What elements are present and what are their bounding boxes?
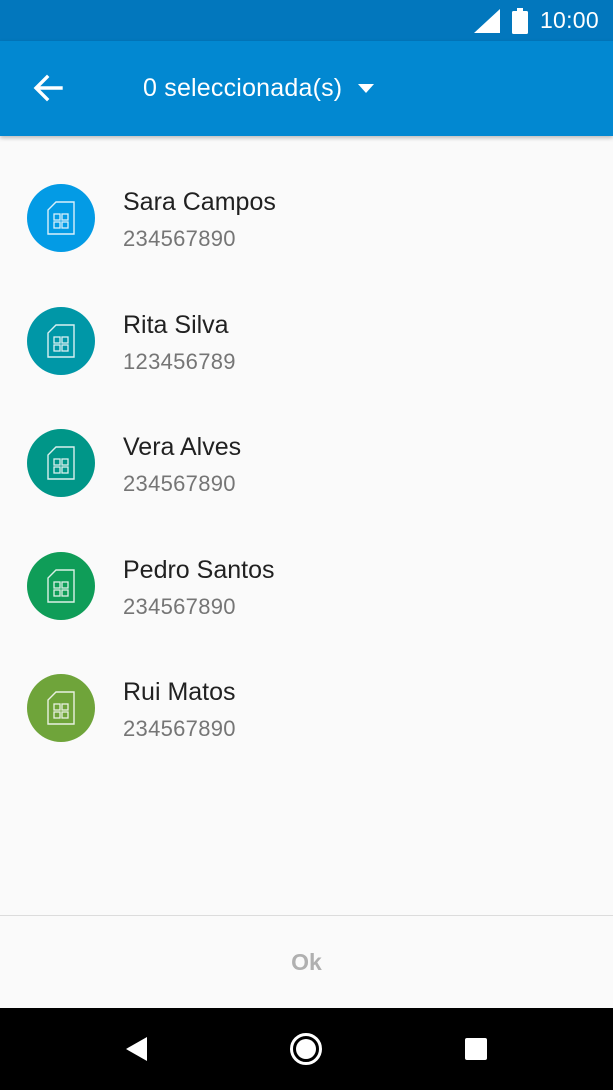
home-circle-icon	[290, 1033, 322, 1065]
contact-name: Rita Silva	[123, 310, 229, 339]
avatar	[27, 551, 95, 620]
contact-name: Sara Campos	[123, 188, 276, 216]
recents-square-icon	[465, 1038, 487, 1060]
contact-item[interactable]: Rita Silva 123456789	[0, 259, 613, 382]
contact-item[interactable]: Vera Alves 234567890	[0, 381, 613, 504]
avatar	[27, 184, 95, 252]
battery-icon	[511, 7, 528, 34]
contact-item[interactable]: Sara Campos 234567890	[0, 136, 613, 259]
contact-number: 234567890	[123, 593, 236, 619]
selection-dropdown[interactable]: 0 seleccionada(s)	[143, 41, 375, 136]
contact-number: 234567890	[123, 226, 236, 251]
status-bar: 10:00	[0, 0, 613, 41]
nav-recents-button[interactable]	[436, 1008, 516, 1090]
avatar	[27, 674, 95, 742]
sim-card-icon	[47, 323, 75, 358]
sim-card-icon	[47, 446, 75, 480]
contact-number: 234567890	[123, 716, 236, 741]
contact-item[interactable]: Pedro Santos 234567890	[0, 504, 613, 627]
avatar	[27, 429, 95, 497]
status-time: 10:00	[539, 7, 599, 33]
caret-down-icon	[358, 83, 375, 93]
nav-home-button[interactable]	[266, 1008, 346, 1090]
back-button[interactable]	[26, 66, 70, 110]
back-triangle-icon	[126, 1037, 147, 1061]
nav-back-button[interactable]	[97, 1008, 177, 1090]
contact-number: 234567890	[123, 471, 236, 496]
contact-item[interactable]: Rui Matos 234567890	[0, 626, 613, 749]
avatar	[27, 306, 95, 375]
contact-name: Pedro Santos	[123, 555, 275, 584]
contact-name: Vera Alves	[123, 433, 242, 461]
sim-card-icon	[47, 201, 75, 235]
arrow-left-icon	[33, 74, 63, 102]
system-nav-bar	[0, 1008, 613, 1090]
contact-name: Rui Matos	[123, 678, 236, 706]
ok-button[interactable]: Ok	[0, 916, 613, 1008]
sim-card-icon	[47, 691, 75, 725]
contact-list: Sara Campos 234567890 Rita Silva 1234567…	[0, 136, 613, 749]
contact-number: 123456789	[123, 348, 236, 374]
signal-icon	[473, 8, 500, 33]
sim-card-icon	[47, 568, 75, 603]
page-title: 0 seleccionada(s)	[143, 74, 343, 102]
app-bar: 0 seleccionada(s)	[0, 41, 613, 136]
